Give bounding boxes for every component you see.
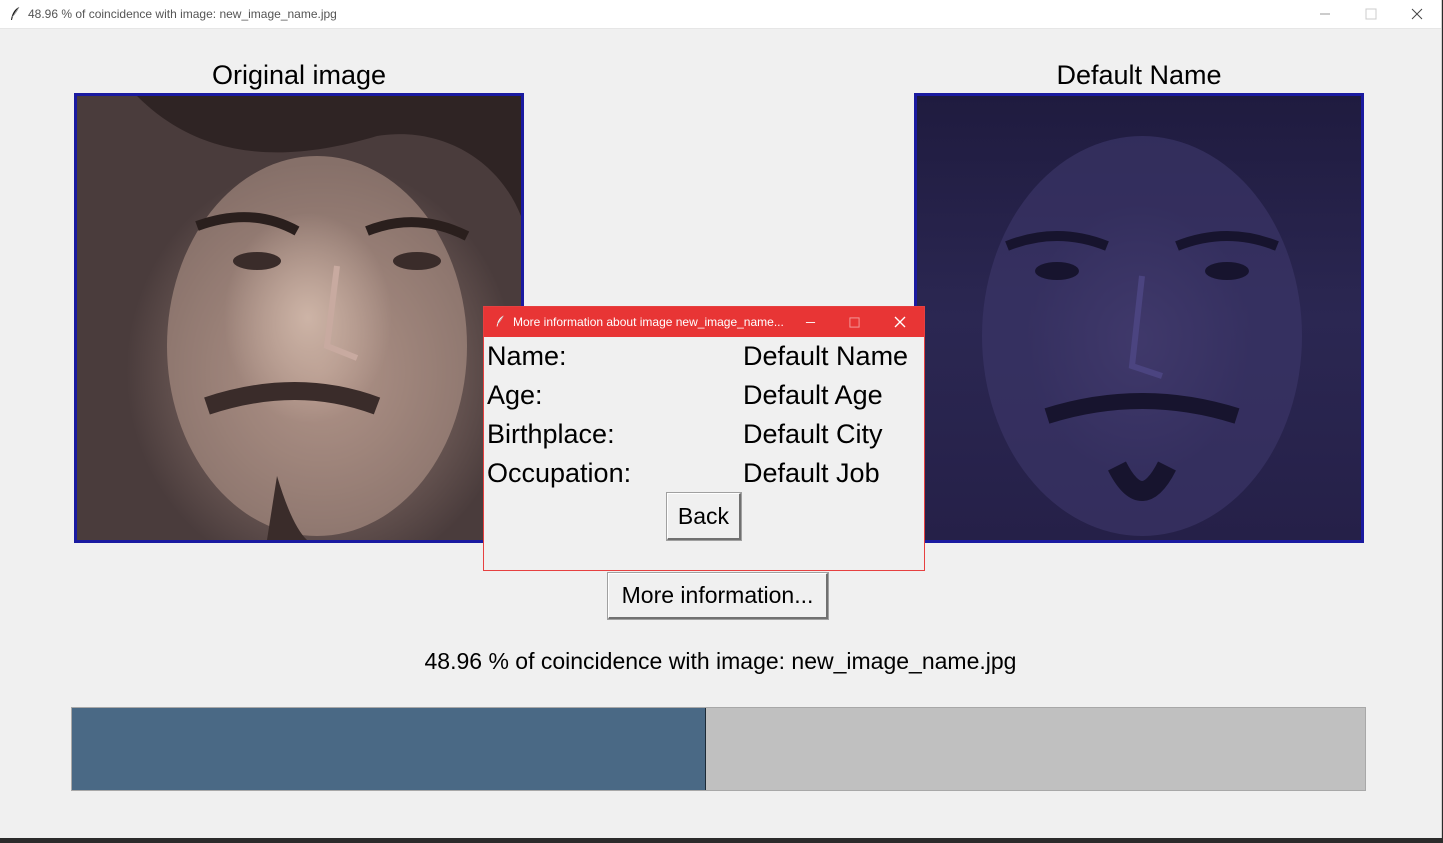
coincidence-text: 48.96 % of coincidence with image: new_i… bbox=[424, 648, 1017, 674]
age-label: Age: bbox=[487, 380, 543, 410]
dialog-title: More information about image new_image_n… bbox=[513, 315, 784, 329]
dialog-title-bar[interactable]: More information about image new_image_n… bbox=[484, 307, 924, 337]
more-information-button[interactable]: More information... bbox=[607, 572, 829, 620]
dialog-close-button[interactable] bbox=[878, 307, 922, 337]
name-value: Default Name bbox=[743, 341, 909, 371]
birthplace-value: Default City bbox=[743, 419, 883, 449]
matched-face-photo bbox=[914, 93, 1364, 543]
close-icon bbox=[894, 316, 906, 328]
occupation-label: Occupation: bbox=[487, 458, 632, 488]
occupation-value: Default Job bbox=[743, 458, 880, 488]
back-button[interactable]: Back bbox=[666, 492, 742, 541]
window-title: 48.96 % of coincidence with image: new_i… bbox=[28, 7, 337, 21]
minimize-icon bbox=[805, 321, 815, 323]
maximize-icon bbox=[1365, 8, 1377, 20]
feather-icon bbox=[11, 6, 20, 20]
minimize-button[interactable] bbox=[1302, 0, 1348, 28]
more-info-dialog: More information about image new_image_n… bbox=[483, 306, 925, 571]
age-value: Default Age bbox=[743, 380, 883, 410]
original-face-photo bbox=[74, 93, 524, 543]
original-image-title: Original image bbox=[211, 60, 387, 90]
close-button[interactable] bbox=[1394, 0, 1440, 28]
birthplace-label: Birthplace: bbox=[487, 419, 615, 449]
dialog-minimize-button[interactable] bbox=[788, 307, 832, 337]
maximize-button[interactable] bbox=[1348, 0, 1394, 28]
close-icon bbox=[1411, 8, 1423, 20]
name-label: Name: bbox=[487, 341, 567, 371]
match-name-title: Default Name bbox=[1056, 60, 1222, 90]
progress-fill bbox=[72, 708, 707, 790]
feather-icon bbox=[496, 315, 504, 327]
coincidence-progress-bar bbox=[71, 707, 1366, 791]
maximize-icon bbox=[848, 316, 860, 328]
title-bar[interactable]: 48.96 % of coincidence with image: new_i… bbox=[0, 0, 1441, 29]
dialog-maximize-button[interactable] bbox=[832, 307, 876, 337]
minimize-icon bbox=[1320, 13, 1330, 15]
